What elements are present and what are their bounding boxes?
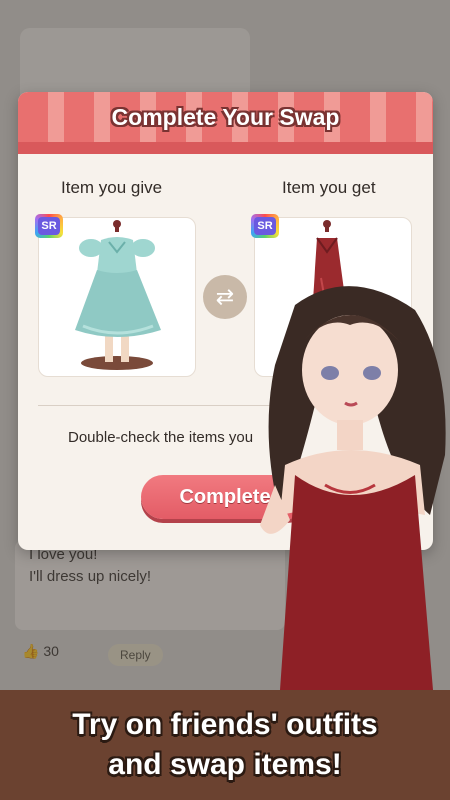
dialog-title: Complete Your Swap bbox=[111, 104, 340, 130]
confirm-note: Double-check the items you bbox=[68, 429, 254, 446]
blue-dress-image bbox=[75, 220, 161, 370]
rarity-badge-icon: SR bbox=[251, 214, 279, 238]
dialog-header-trim bbox=[18, 142, 433, 154]
promo-banner: Try on friends' outfits and swap items! bbox=[0, 690, 450, 800]
swap-arrows-icon: ⇄ bbox=[203, 275, 247, 319]
give-label: Item you give bbox=[61, 178, 163, 197]
banner-line-2: and swap items! bbox=[108, 748, 342, 781]
rarity-badge-icon: SR bbox=[35, 214, 63, 238]
character-illustration bbox=[260, 286, 446, 690]
give-item-card[interactable]: SR bbox=[35, 214, 196, 377]
get-label: Item you get bbox=[282, 178, 376, 197]
banner-line-1: Try on friends' outfits bbox=[72, 708, 378, 741]
